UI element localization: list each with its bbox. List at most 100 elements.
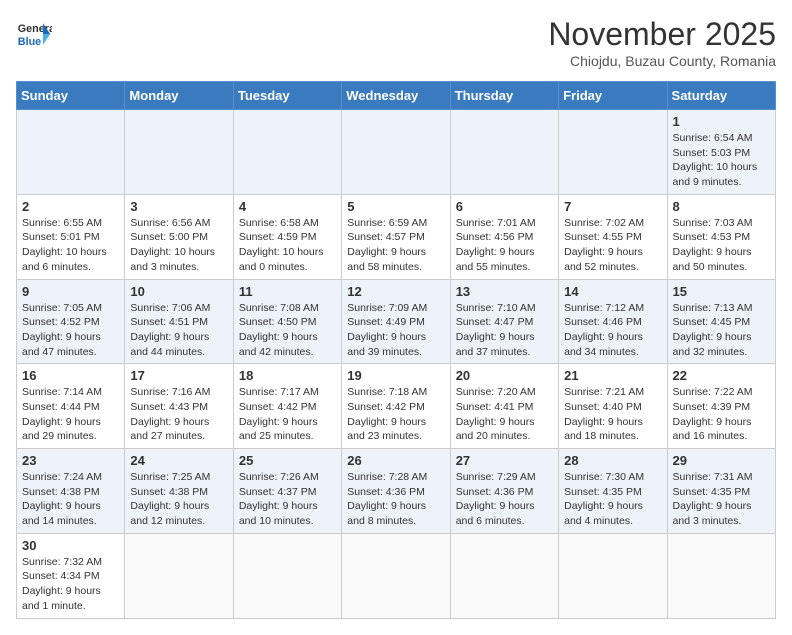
calendar-day-cell <box>125 110 233 195</box>
day-number: 27 <box>456 453 553 468</box>
day-number: 15 <box>673 284 770 299</box>
calendar-day-cell: 9 Sunrise: 7:05 AMSunset: 4:52 PMDaylight… <box>17 279 125 364</box>
calendar-day-cell: 2 Sunrise: 6:55 AMSunset: 5:01 PMDaylight… <box>17 194 125 279</box>
calendar-day-cell: 7 Sunrise: 7:02 AMSunset: 4:55 PMDaylight… <box>559 194 667 279</box>
day-number: 21 <box>564 368 661 383</box>
day-number: 4 <box>239 199 336 214</box>
day-number: 9 <box>22 284 119 299</box>
day-number: 11 <box>239 284 336 299</box>
weekday-header: Wednesday <box>342 82 450 110</box>
day-number: 12 <box>347 284 444 299</box>
calendar-week-row: 9 Sunrise: 7:05 AMSunset: 4:52 PMDaylight… <box>17 279 776 364</box>
day-info: Sunrise: 6:56 AMSunset: 5:00 PMDaylight:… <box>130 216 227 275</box>
day-info: Sunrise: 6:54 AMSunset: 5:03 PMDaylight:… <box>673 131 770 190</box>
calendar-day-cell: 21 Sunrise: 7:21 AMSunset: 4:40 PMDayligh… <box>559 364 667 449</box>
calendar-week-row: 1 Sunrise: 6:54 AMSunset: 5:03 PMDaylight… <box>17 110 776 195</box>
calendar-day-cell <box>559 533 667 618</box>
day-info: Sunrise: 7:05 AMSunset: 4:52 PMDaylight:… <box>22 301 119 360</box>
calendar-week-row: 2 Sunrise: 6:55 AMSunset: 5:01 PMDaylight… <box>17 194 776 279</box>
day-number: 23 <box>22 453 119 468</box>
calendar-day-cell: 25 Sunrise: 7:26 AMSunset: 4:37 PMDayligh… <box>233 449 341 534</box>
day-info: Sunrise: 7:13 AMSunset: 4:45 PMDaylight:… <box>673 301 770 360</box>
calendar-day-cell: 30 Sunrise: 7:32 AMSunset: 4:34 PMDayligh… <box>17 533 125 618</box>
calendar-day-cell: 22 Sunrise: 7:22 AMSunset: 4:39 PMDayligh… <box>667 364 775 449</box>
day-number: 17 <box>130 368 227 383</box>
day-info: Sunrise: 7:12 AMSunset: 4:46 PMDaylight:… <box>564 301 661 360</box>
weekday-header: Friday <box>559 82 667 110</box>
day-info: Sunrise: 7:18 AMSunset: 4:42 PMDaylight:… <box>347 385 444 444</box>
calendar-day-cell: 5 Sunrise: 6:59 AMSunset: 4:57 PMDaylight… <box>342 194 450 279</box>
day-number: 2 <box>22 199 119 214</box>
day-info: Sunrise: 6:59 AMSunset: 4:57 PMDaylight:… <box>347 216 444 275</box>
day-number: 28 <box>564 453 661 468</box>
calendar-day-cell: 10 Sunrise: 7:06 AMSunset: 4:51 PMDayligh… <box>125 279 233 364</box>
calendar-day-cell <box>559 110 667 195</box>
calendar-day-cell: 26Sunrise: 7:28 AMSunset: 4:36 PMDayligh… <box>342 449 450 534</box>
calendar-day-cell: 6Sunrise: 7:01 AMSunset: 4:56 PMDaylight… <box>450 194 558 279</box>
day-number: 16 <box>22 368 119 383</box>
calendar-day-cell <box>450 110 558 195</box>
day-info: Sunrise: 7:09 AMSunset: 4:49 PMDaylight:… <box>347 301 444 360</box>
calendar-day-cell: 15 Sunrise: 7:13 AMSunset: 4:45 PMDayligh… <box>667 279 775 364</box>
day-number: 3 <box>130 199 227 214</box>
day-number: 24 <box>130 453 227 468</box>
day-number: 5 <box>347 199 444 214</box>
day-number: 8 <box>673 199 770 214</box>
calendar-day-cell: 17 Sunrise: 7:16 AMSunset: 4:43 PMDayligh… <box>125 364 233 449</box>
calendar-day-cell <box>233 533 341 618</box>
weekday-header: Tuesday <box>233 82 341 110</box>
calendar-day-cell: 23Sunrise: 7:24 AMSunset: 4:38 PMDayligh… <box>17 449 125 534</box>
day-number: 29 <box>673 453 770 468</box>
day-info: Sunrise: 7:21 AMSunset: 4:40 PMDaylight:… <box>564 385 661 444</box>
calendar-day-cell: 16 Sunrise: 7:14 AMSunset: 4:44 PMDayligh… <box>17 364 125 449</box>
calendar-week-row: 16 Sunrise: 7:14 AMSunset: 4:44 PMDayligh… <box>17 364 776 449</box>
calendar-day-cell <box>450 533 558 618</box>
day-info: Sunrise: 7:03 AMSunset: 4:53 PMDaylight:… <box>673 216 770 275</box>
day-info: Sunrise: 7:26 AMSunset: 4:37 PMDaylight:… <box>239 470 336 529</box>
day-number: 25 <box>239 453 336 468</box>
location-subtitle: Chiojdu, Buzau County, Romania <box>548 53 776 69</box>
weekday-header: Thursday <box>450 82 558 110</box>
day-info: Sunrise: 7:10 AMSunset: 4:47 PMDaylight:… <box>456 301 553 360</box>
title-area: November 2025 Chiojdu, Buzau County, Rom… <box>548 16 776 69</box>
calendar-day-cell: 12 Sunrise: 7:09 AMSunset: 4:49 PMDayligh… <box>342 279 450 364</box>
day-number: 19 <box>347 368 444 383</box>
page-header: General Blue November 2025 Chiojdu, Buza… <box>16 16 776 69</box>
calendar-day-cell <box>342 533 450 618</box>
day-info: Sunrise: 7:28 AMSunset: 4:36 PMDaylight:… <box>347 470 444 529</box>
logo: General Blue <box>16 16 52 52</box>
day-info: Sunrise: 7:30 AMSunset: 4:35 PMDaylight:… <box>564 470 661 529</box>
day-number: 7 <box>564 199 661 214</box>
day-info: Sunrise: 7:25 AMSunset: 4:38 PMDaylight:… <box>130 470 227 529</box>
weekday-header: Monday <box>125 82 233 110</box>
day-info: Sunrise: 7:29 AMSunset: 4:36 PMDaylight:… <box>456 470 553 529</box>
day-info: Sunrise: 7:14 AMSunset: 4:44 PMDaylight:… <box>22 385 119 444</box>
day-info: Sunrise: 7:22 AMSunset: 4:39 PMDaylight:… <box>673 385 770 444</box>
day-info: Sunrise: 7:01 AMSunset: 4:56 PMDaylight:… <box>456 216 553 275</box>
calendar-day-cell: 27 Sunrise: 7:29 AMSunset: 4:36 PMDayligh… <box>450 449 558 534</box>
calendar-table: SundayMondayTuesdayWednesdayThursdayFrid… <box>16 81 776 619</box>
calendar-day-cell: 18Sunrise: 7:17 AMSunset: 4:42 PMDayligh… <box>233 364 341 449</box>
weekday-header-row: SundayMondayTuesdayWednesdayThursdayFrid… <box>17 82 776 110</box>
calendar-day-cell: 19 Sunrise: 7:18 AMSunset: 4:42 PMDayligh… <box>342 364 450 449</box>
day-info: Sunrise: 7:31 AMSunset: 4:35 PMDaylight:… <box>673 470 770 529</box>
day-number: 1 <box>673 114 770 129</box>
day-number: 22 <box>673 368 770 383</box>
day-info: Sunrise: 7:16 AMSunset: 4:43 PMDaylight:… <box>130 385 227 444</box>
calendar-day-cell <box>667 533 775 618</box>
weekday-header: Sunday <box>17 82 125 110</box>
svg-text:Blue: Blue <box>18 36 41 48</box>
day-info: Sunrise: 7:08 AMSunset: 4:50 PMDaylight:… <box>239 301 336 360</box>
calendar-day-cell <box>342 110 450 195</box>
calendar-day-cell: 1 Sunrise: 6:54 AMSunset: 5:03 PMDaylight… <box>667 110 775 195</box>
calendar-day-cell: 13 Sunrise: 7:10 AMSunset: 4:47 PMDayligh… <box>450 279 558 364</box>
day-info: Sunrise: 7:02 AMSunset: 4:55 PMDaylight:… <box>564 216 661 275</box>
day-number: 30 <box>22 538 119 553</box>
calendar-day-cell <box>17 110 125 195</box>
day-info: Sunrise: 7:06 AMSunset: 4:51 PMDaylight:… <box>130 301 227 360</box>
day-info: Sunrise: 7:32 AMSunset: 4:34 PMDaylight:… <box>22 555 119 614</box>
day-number: 13 <box>456 284 553 299</box>
day-number: 10 <box>130 284 227 299</box>
calendar-day-cell: 20Sunrise: 7:20 AMSunset: 4:41 PMDayligh… <box>450 364 558 449</box>
day-info: Sunrise: 6:55 AMSunset: 5:01 PMDaylight:… <box>22 216 119 275</box>
